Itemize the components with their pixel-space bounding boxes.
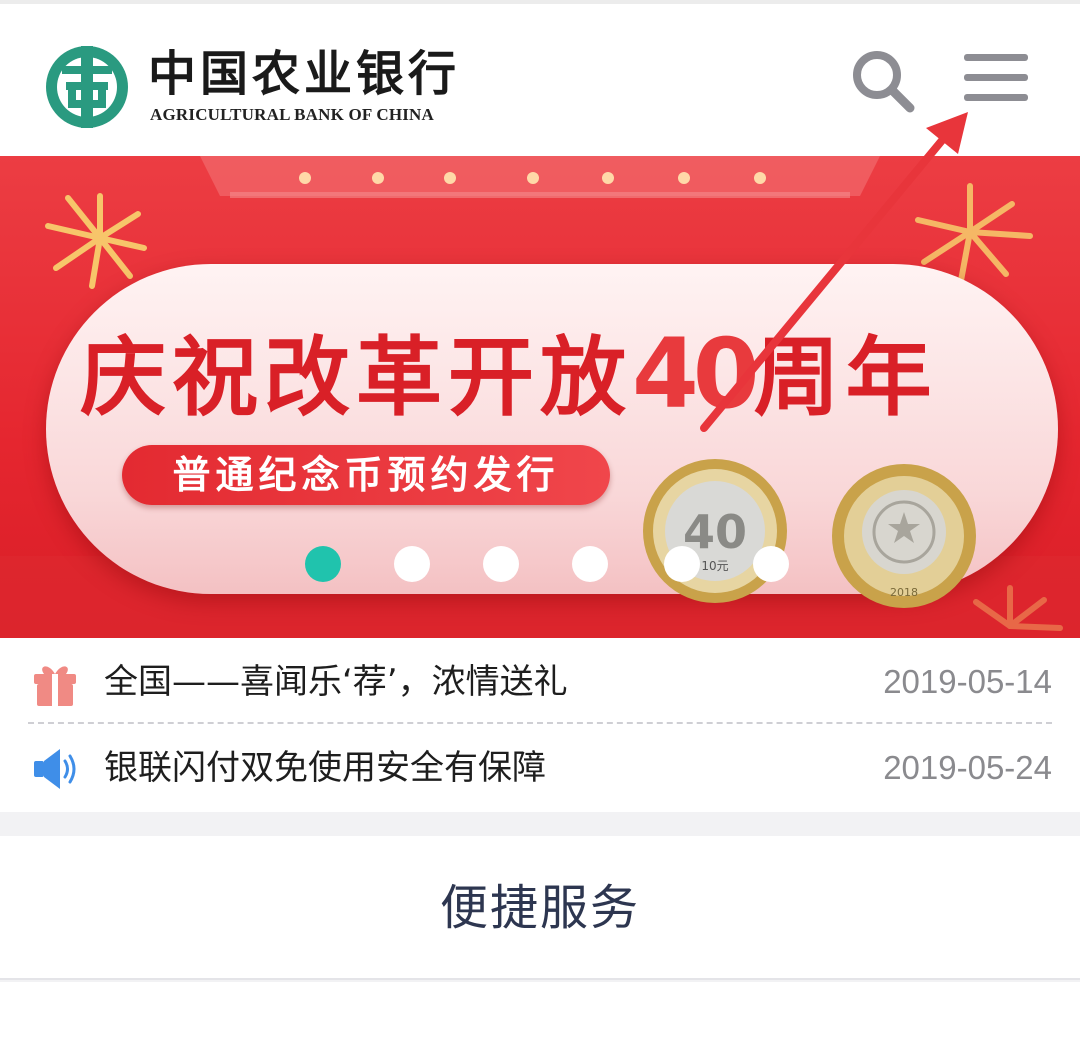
carousel-dot[interactable] — [572, 546, 608, 582]
carousel-dot[interactable] — [483, 546, 519, 582]
coin-year: 2018 — [890, 586, 918, 599]
promo-banner[interactable]: 庆祝改革开放40周年 普通纪念币预约发行 40 10元 2018 — [0, 156, 1080, 638]
hamburger-menu-icon[interactable] — [960, 48, 1032, 108]
news-item[interactable]: 全国——喜闻乐‘荐’，浓情送礼 2019-05-14 — [0, 638, 1080, 724]
news-item[interactable]: 银联闪付双免使用安全有保障 2019-05-24 — [0, 726, 1080, 812]
top-header: 中国农业银行 AGRICULTURAL BANK OF CHINA — [0, 0, 1080, 156]
news-list: 全国——喜闻乐‘荐’，浓情送礼 2019-05-14 银联闪付双免使用安全有保障… — [0, 638, 1080, 812]
carousel-dot[interactable] — [753, 546, 789, 582]
bank-name-cn: 中国农业银行 — [148, 46, 461, 102]
banner-title-text: 庆祝改革开放 — [80, 328, 632, 428]
carousel-dot[interactable] — [394, 546, 430, 582]
gift-icon — [34, 666, 76, 706]
carousel-dot[interactable] — [664, 546, 700, 582]
section-title: 便捷服务 — [439, 880, 640, 936]
speaker-icon — [34, 749, 76, 789]
news-date: 2019-05-14 — [883, 663, 1052, 700]
banner-title: 庆祝改革开放40周年 — [80, 324, 938, 428]
content-area — [0, 982, 1080, 1046]
banner-subtitle: 普通纪念币预约发行 — [122, 445, 610, 505]
news-date: 2019-05-24 — [883, 749, 1052, 786]
carousel-indicators — [0, 546, 1080, 586]
banner-title-suffix: 周年 — [753, 328, 938, 428]
quick-services-section: 便捷服务 — [0, 836, 1080, 980]
news-divider — [28, 722, 1052, 724]
carousel-dot[interactable] — [305, 546, 341, 582]
search-icon[interactable] — [850, 48, 916, 114]
bank-name-en: AGRICULTURAL BANK OF CHINA — [150, 105, 435, 124]
banner-title-forty: 40 — [632, 318, 760, 430]
commemorative-coin-back: 2018 — [832, 464, 976, 608]
news-title: 银联闪付双免使用安全有保障 — [104, 748, 546, 788]
news-title: 全国——喜闻乐‘荐’，浓情送礼 — [104, 662, 568, 702]
abc-logo-icon[interactable] — [44, 44, 130, 130]
